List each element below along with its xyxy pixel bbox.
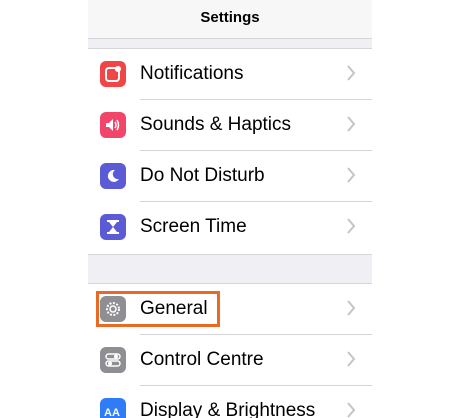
highlight-box xyxy=(96,291,220,327)
settings-row-screen-time[interactable]: Screen Time xyxy=(88,202,372,253)
settings-row-notifications[interactable]: Notifications xyxy=(88,49,372,100)
hourglass-icon xyxy=(100,214,126,240)
settings-row-display-brightness[interactable]: AA Display & Brightness xyxy=(88,386,372,418)
row-label: Display & Brightness xyxy=(140,400,316,418)
settings-screen: Settings Notifications Sounds & Haptics … xyxy=(88,0,372,418)
settings-row-sounds-haptics[interactable]: Sounds & Haptics xyxy=(88,100,372,151)
row-label: Notifications xyxy=(140,63,244,84)
moon-icon xyxy=(100,163,126,189)
chevron-right-icon xyxy=(347,300,356,316)
row-label: Control Centre xyxy=(140,349,264,370)
page-title: Settings xyxy=(200,9,260,26)
settings-row-do-not-disturb[interactable]: Do Not Disturb xyxy=(88,151,372,202)
settings-group-1: Notifications Sounds & Haptics Do Not Di… xyxy=(88,48,372,255)
chevron-right-icon xyxy=(347,116,356,132)
chevron-right-icon xyxy=(347,167,356,183)
chevron-right-icon xyxy=(347,351,356,367)
svg-text:AA: AA xyxy=(104,407,120,418)
notifications-icon xyxy=(100,61,126,87)
speaker-icon xyxy=(100,112,126,138)
text-size-icon: AA xyxy=(100,398,126,418)
navigation-bar: Settings xyxy=(88,0,372,39)
settings-row-general[interactable]: General xyxy=(88,284,372,335)
row-label: Screen Time xyxy=(140,216,247,237)
chevron-right-icon xyxy=(347,402,356,418)
toggles-icon xyxy=(100,347,126,373)
row-label: Sounds & Haptics xyxy=(140,114,292,135)
chevron-right-icon xyxy=(347,65,356,81)
row-label: Do Not Disturb xyxy=(140,165,265,186)
settings-row-control-centre[interactable]: Control Centre xyxy=(88,335,372,386)
settings-group-2: General Control Centre AA Display & Brig… xyxy=(88,283,372,418)
chevron-right-icon xyxy=(347,218,356,234)
